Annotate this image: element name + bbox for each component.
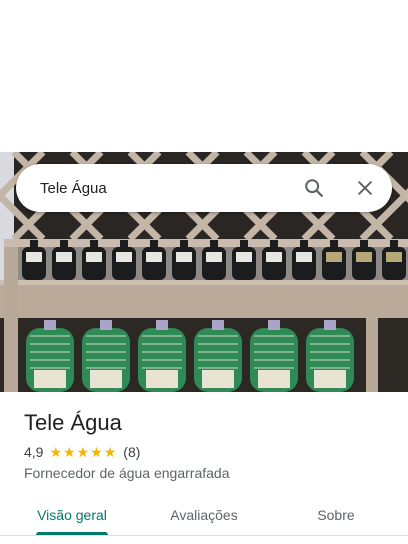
place-title: Tele Água: [24, 410, 122, 435]
star-icon: ★: [90, 444, 103, 460]
star-icon: ★: [49, 444, 63, 460]
review-count[interactable]: (8): [123, 444, 140, 460]
star-icon: ★: [63, 444, 76, 460]
search-query-text[interactable]: Tele Água: [40, 180, 107, 197]
rating-value: 4,9: [24, 444, 44, 460]
tab-bar: Visão geral Avaliações Sobre: [0, 496, 408, 538]
search-bar[interactable]: Tele Água: [16, 164, 392, 212]
place-category[interactable]: Fornecedor de água engarrafada: [24, 465, 229, 481]
search-icon[interactable]: [302, 176, 326, 200]
map-area: [0, 0, 408, 152]
star-icon: ★: [76, 444, 90, 460]
tabs-divider: [0, 535, 408, 536]
close-icon[interactable]: [353, 176, 377, 200]
tab-about[interactable]: Sobre: [296, 496, 376, 534]
tab-overview[interactable]: Visão geral: [22, 496, 122, 534]
star-icon: ★: [103, 444, 117, 460]
rating-row[interactable]: 4,9 ★ ★ ★ ★ ★ (8): [24, 444, 140, 460]
rating-stars: ★ ★ ★ ★ ★: [49, 445, 117, 459]
tab-reviews[interactable]: Avaliações: [150, 496, 258, 534]
